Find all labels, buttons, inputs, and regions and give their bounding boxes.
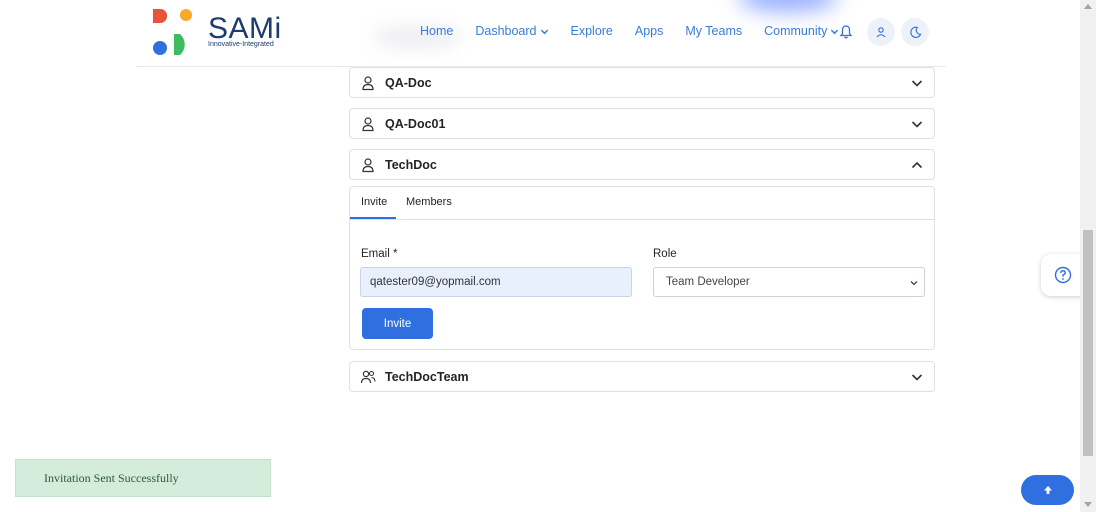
team-name: TechDocTeam bbox=[385, 370, 469, 384]
nav-my-teams[interactable]: My Teams bbox=[685, 24, 742, 38]
nav-apps-label: Apps bbox=[634, 24, 664, 38]
users-icon bbox=[360, 370, 376, 384]
chevron-down-icon bbox=[540, 29, 548, 34]
scroll-down-arrow-icon[interactable] bbox=[1084, 502, 1092, 507]
nav-apps[interactable]: Apps bbox=[635, 24, 664, 38]
user-icon bbox=[362, 158, 374, 173]
panel-tabs: Invite Members bbox=[350, 187, 934, 220]
nav-dashboard[interactable]: Dashboard bbox=[475, 24, 548, 38]
user-profile-button[interactable] bbox=[867, 18, 895, 46]
main-nav: Home Dashboard Explore Apps My Teams Com… bbox=[420, 24, 861, 38]
team-accordion-qa-doc[interactable]: QA-Doc bbox=[349, 67, 935, 98]
moon-icon bbox=[909, 26, 921, 38]
team-name: TechDoc bbox=[385, 158, 437, 172]
nav-dashboard-label: Dashboard bbox=[475, 24, 537, 38]
decorative-glow bbox=[738, 0, 838, 12]
nav-home-label: Home bbox=[420, 24, 454, 38]
techdoc-panel: Invite Members Email * qatester09@yopmai… bbox=[349, 186, 935, 350]
theme-toggle-button[interactable] bbox=[901, 18, 929, 46]
arrow-up-icon bbox=[1043, 486, 1052, 494]
user-icon bbox=[362, 117, 374, 132]
brand-tagline: Innovative-Integrated bbox=[208, 41, 274, 48]
active-tab-indicator bbox=[350, 217, 396, 219]
scroll-up-arrow-icon[interactable] bbox=[1084, 4, 1092, 9]
chevron-up-icon bbox=[911, 161, 923, 169]
tab-members[interactable]: Members bbox=[406, 196, 452, 208]
scrollbar-thumb[interactable] bbox=[1083, 230, 1093, 456]
email-field[interactable]: qatester09@yopmail.com bbox=[360, 267, 632, 297]
scroll-top-button[interactable] bbox=[1021, 475, 1074, 505]
chevron-down-icon bbox=[911, 121, 923, 128]
chevron-down-icon bbox=[911, 374, 923, 381]
nav-my-teams-label: My Teams bbox=[685, 24, 743, 38]
team-accordion-qa-doc01[interactable]: QA-Doc01 bbox=[349, 108, 935, 139]
user-icon bbox=[876, 27, 886, 38]
nav-explore[interactable]: Explore bbox=[571, 24, 613, 38]
user-icon bbox=[362, 76, 374, 91]
email-label: Email * bbox=[361, 248, 398, 260]
team-accordion-techdoc[interactable]: TechDoc bbox=[349, 149, 935, 180]
page: SAMi Innovative-Integrated Home Dashboar… bbox=[0, 0, 1096, 512]
invite-button[interactable]: Invite bbox=[362, 308, 433, 339]
role-select[interactable]: Team Developer bbox=[653, 267, 925, 297]
nav-community[interactable]: Community bbox=[764, 24, 839, 38]
role-select-value: Team Developer bbox=[666, 276, 750, 288]
nav-explore-label: Explore bbox=[570, 24, 613, 38]
chevron-down-icon bbox=[911, 80, 923, 87]
page-scrollbar[interactable] bbox=[1080, 0, 1096, 512]
nav-community-label: Community bbox=[764, 24, 828, 38]
question-circle-icon bbox=[1054, 266, 1072, 284]
nav-home[interactable]: Home bbox=[420, 24, 453, 38]
success-toast: Invitation Sent Successfully bbox=[15, 459, 271, 497]
team-name: QA-Doc01 bbox=[385, 117, 446, 131]
team-accordion-techdocteam[interactable]: TechDocTeam bbox=[349, 361, 935, 392]
chevron-down-icon bbox=[910, 281, 918, 286]
team-name: QA-Doc bbox=[385, 76, 432, 90]
bell-icon[interactable] bbox=[838, 24, 854, 40]
role-label: Role bbox=[653, 248, 677, 260]
top-header: SAMi Innovative-Integrated Home Dashboar… bbox=[0, 0, 1080, 66]
tab-invite[interactable]: Invite bbox=[361, 196, 387, 208]
help-button[interactable] bbox=[1041, 254, 1085, 296]
